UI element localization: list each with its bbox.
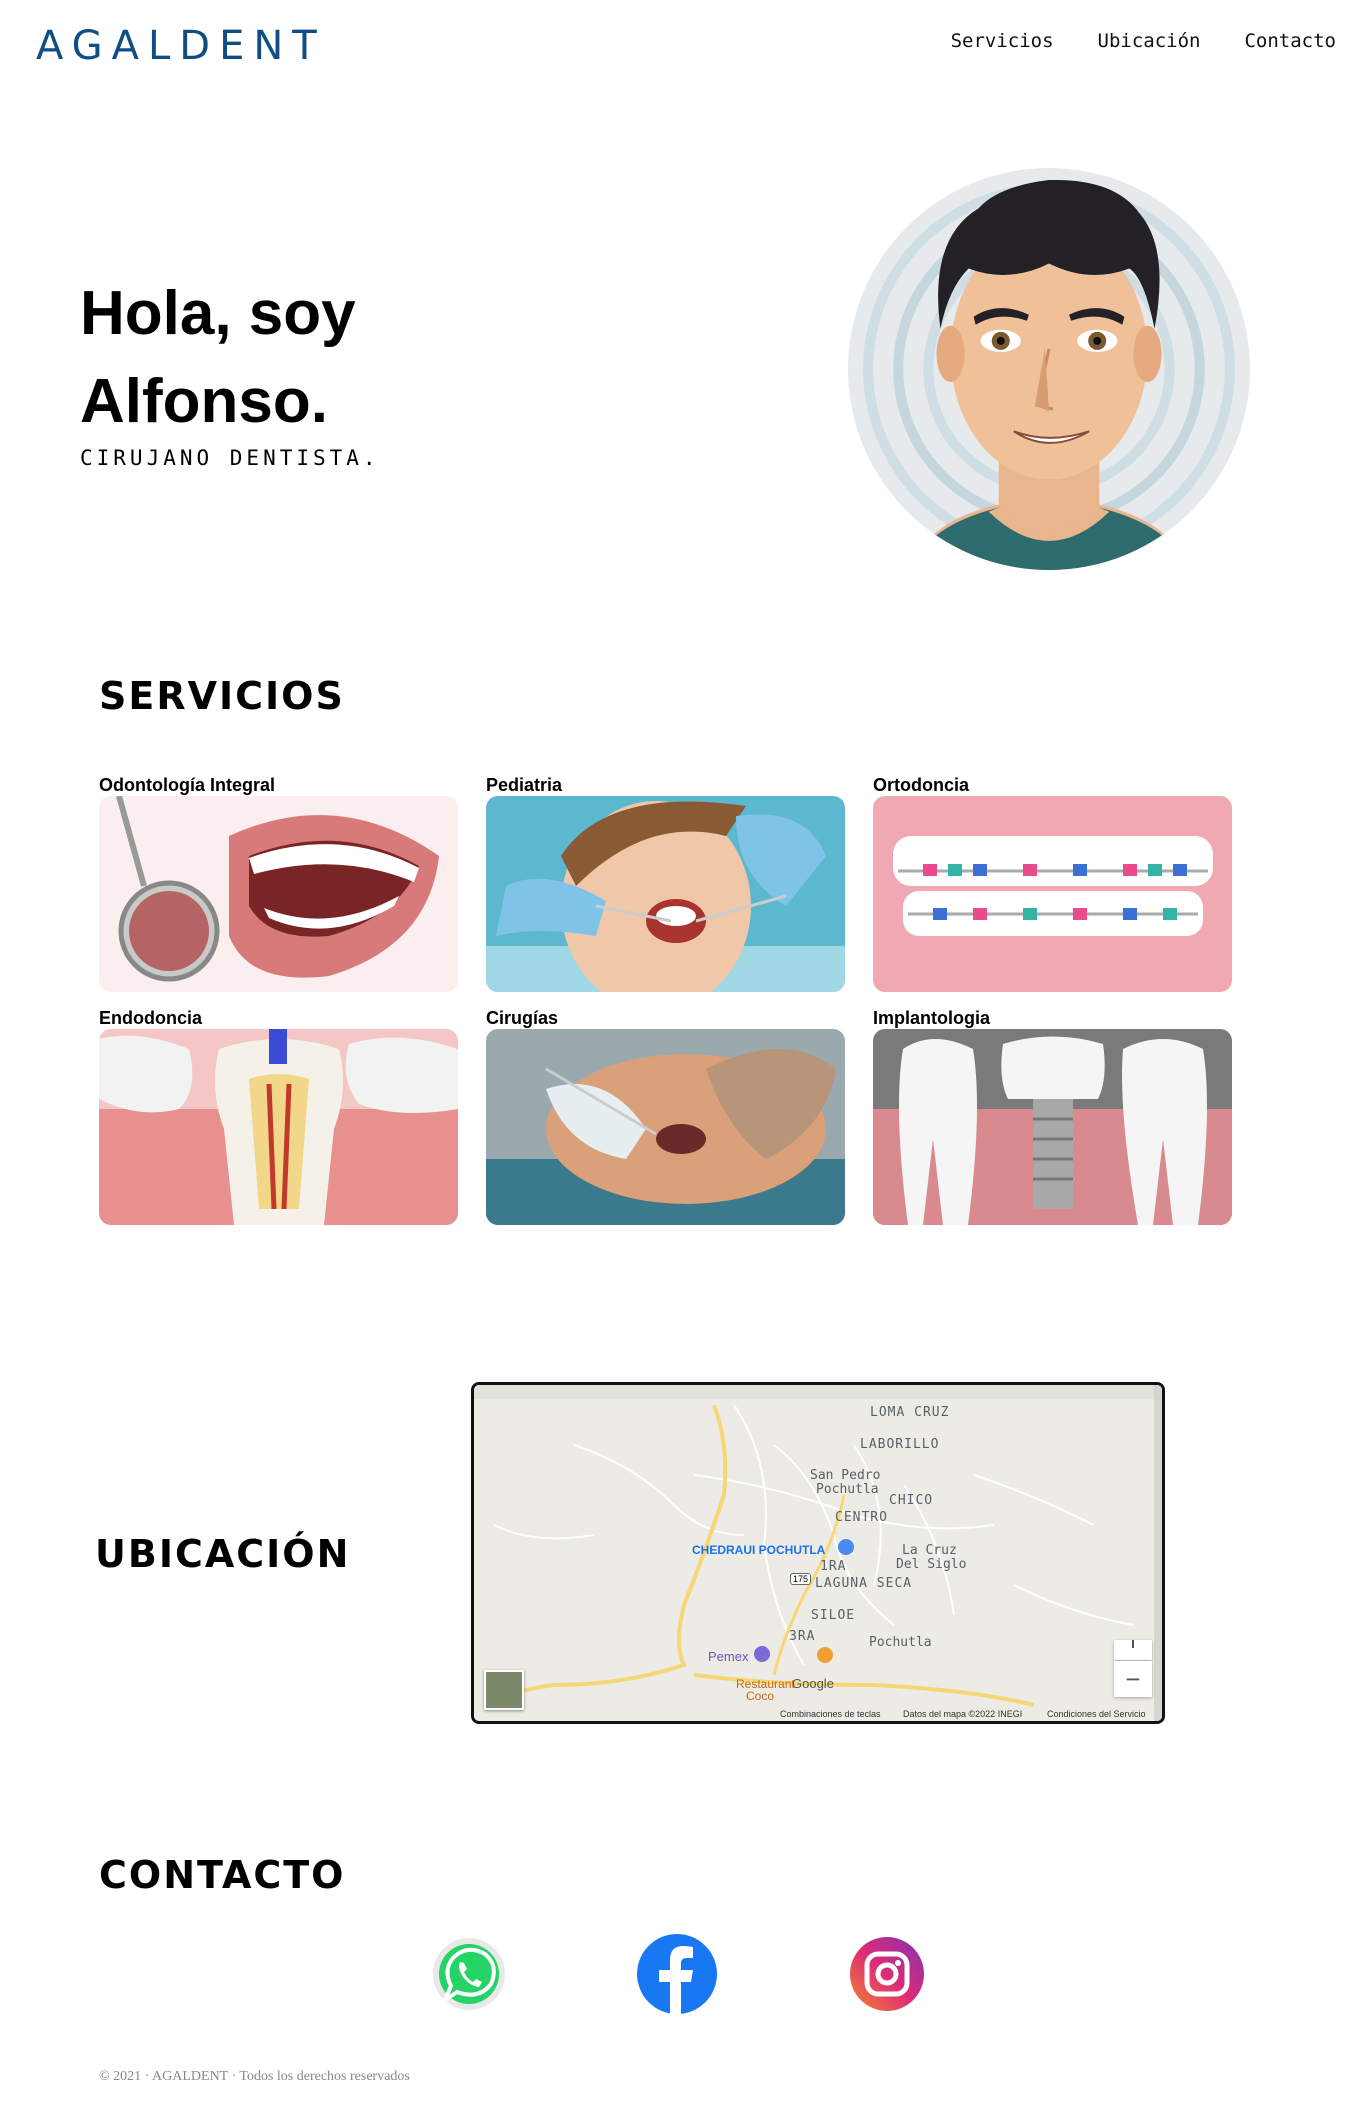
service-label: Implantologia bbox=[873, 1008, 990, 1028]
map-label: LAGUNA SECA bbox=[815, 1576, 913, 1591]
service-label: Ortodoncia bbox=[873, 775, 970, 795]
footer-copyright: © 2021 · AGALDENT · Todos los derechos r… bbox=[99, 2069, 410, 2084]
service-image-smile bbox=[99, 796, 458, 992]
satellite-toggle-button[interactable] bbox=[484, 1670, 524, 1710]
service-image-implant bbox=[873, 1029, 1232, 1225]
service-label: Endodoncia bbox=[99, 1008, 202, 1028]
nav-ubicacion[interactable]: Ubicación bbox=[1098, 30, 1201, 52]
map-label: Pochutla bbox=[816, 1482, 879, 1497]
hero-title-line1: Hola, soy bbox=[80, 279, 356, 348]
restaurant-icon bbox=[817, 1647, 833, 1663]
map-poi-coco[interactable]: Coco bbox=[746, 1689, 774, 1703]
service-card-pediatria[interactable]: Pediatria bbox=[486, 774, 845, 992]
service-image-child bbox=[486, 796, 845, 992]
service-image-braces bbox=[873, 796, 1232, 992]
map-poi-chedraui[interactable]: CHEDRAUI POCHUTLA bbox=[692, 1543, 825, 1557]
map-label: 1RA bbox=[820, 1559, 847, 1574]
map-embed[interactable]: LOMA CRUZ LABORILLO San Pedro Pochutla C… bbox=[471, 1382, 1165, 1724]
service-card-implantologia[interactable]: Implantologia bbox=[873, 1007, 1232, 1225]
hero-subtitle: CIRUJANO DENTISTA. bbox=[80, 446, 380, 470]
cart-icon bbox=[838, 1539, 854, 1555]
service-card-ortodoncia[interactable]: Ortodoncia bbox=[873, 774, 1232, 992]
service-card-cirugias[interactable]: Cirugías bbox=[486, 1007, 845, 1225]
contact-title: CONTACTO bbox=[99, 1853, 346, 1897]
service-label: Cirugías bbox=[486, 1008, 559, 1028]
instagram-icon[interactable] bbox=[847, 1934, 927, 2014]
map-label: LOMA CRUZ bbox=[870, 1405, 950, 1420]
map-label: SILOE bbox=[811, 1608, 856, 1623]
service-label: Pediatria bbox=[486, 775, 563, 795]
map-footer-shortcuts[interactable]: Combinaciones de teclas bbox=[780, 1709, 881, 1719]
site-logo[interactable]: AGALDENT bbox=[36, 26, 326, 66]
service-image-root-canal bbox=[99, 1029, 458, 1225]
main-nav: Servicios Ubicación Contacto bbox=[951, 30, 1336, 52]
map-label: LABORILLO bbox=[860, 1437, 940, 1452]
zoom-out-button[interactable]: − bbox=[1114, 1661, 1152, 1697]
zoom-in-icon bbox=[1132, 1640, 1134, 1648]
map-label: CHICO bbox=[889, 1493, 934, 1508]
google-logo: Google bbox=[792, 1676, 834, 1691]
map-footer-terms[interactable]: Condiciones del Servicio bbox=[1047, 1709, 1146, 1719]
map-label: San Pedro bbox=[810, 1468, 881, 1483]
nav-contacto[interactable]: Contacto bbox=[1244, 30, 1336, 52]
avatar-illustration bbox=[848, 168, 1250, 570]
map-label: Pochutla bbox=[869, 1635, 932, 1650]
service-label: Odontología Integral bbox=[99, 775, 275, 795]
location-title: UBICACIÓN bbox=[95, 1532, 351, 1576]
nav-servicios[interactable]: Servicios bbox=[951, 30, 1054, 52]
fuel-icon bbox=[754, 1646, 770, 1662]
service-card-endodoncia[interactable]: Endodoncia bbox=[99, 1007, 458, 1225]
map-label: CENTRO bbox=[835, 1510, 888, 1525]
hero-title-line2: Alfonso. bbox=[80, 367, 328, 436]
map-footer-data: Datos del mapa ©2022 INEGI bbox=[903, 1709, 1023, 1719]
service-image-surgery bbox=[486, 1029, 845, 1225]
services-title: SERVICIOS bbox=[99, 674, 345, 718]
road-shield: 175 bbox=[790, 1573, 812, 1585]
whatsapp-icon[interactable] bbox=[429, 1934, 509, 2014]
service-card-odontologia[interactable]: Odontología Integral bbox=[99, 774, 458, 992]
map-label: 3RA bbox=[789, 1629, 816, 1644]
map-label: Del Siglo bbox=[896, 1557, 967, 1572]
zoom-out-label: − bbox=[1125, 1663, 1141, 1694]
map-poi-pemex[interactable]: Pemex bbox=[708, 1649, 748, 1664]
facebook-icon[interactable] bbox=[637, 1934, 717, 2014]
map-label: La Cruz bbox=[902, 1543, 957, 1558]
zoom-in-button[interactable] bbox=[1114, 1640, 1152, 1660]
hero-title: Hola, soy Alfonso. bbox=[80, 270, 480, 446]
